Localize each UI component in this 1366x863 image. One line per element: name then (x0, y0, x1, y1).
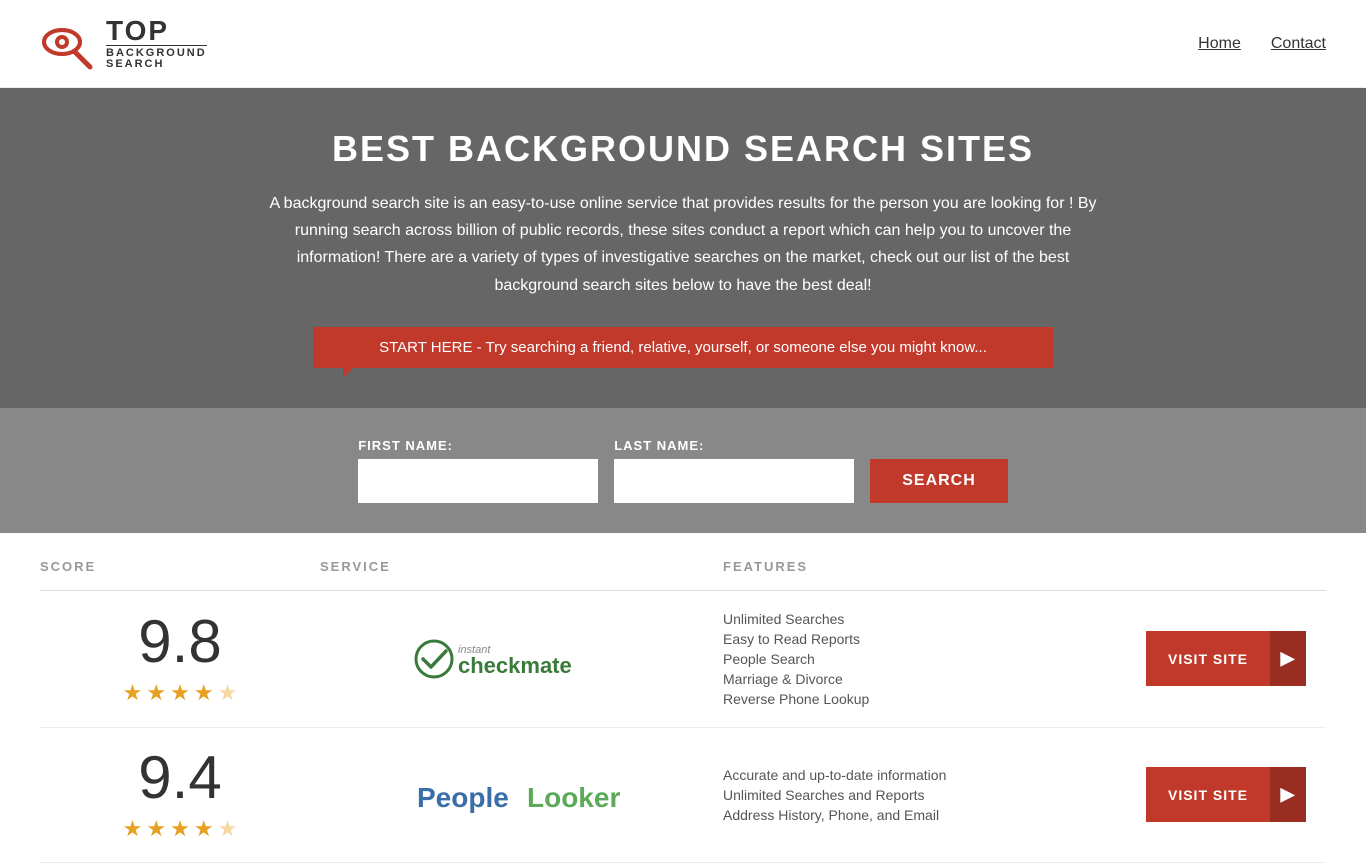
table-row: 9.4 ★ ★ ★ ★ ★ People Looker Accurate and… (40, 728, 1326, 863)
people-looker-logo: People Looker (412, 765, 632, 825)
visit-site-label-1: VISIT SITE (1146, 651, 1270, 667)
score-column-header: SCORE (40, 559, 320, 574)
feature-item: Marriage & Divorce (723, 671, 1126, 687)
visit-site-button-1[interactable]: VISIT SITE ▶ (1146, 631, 1306, 686)
stars-2: ★ ★ ★ ★ ★ (123, 816, 238, 842)
last-name-input[interactable] (614, 459, 854, 503)
hero-title: BEST BACKGROUND SEARCH SITES (20, 128, 1346, 170)
visit-col-2: VISIT SITE ▶ (1126, 767, 1326, 822)
feature-item: Unlimited Searches and Reports (723, 787, 1126, 803)
search-form-area: FIRST NAME: LAST NAME: SEARCH (0, 408, 1366, 533)
stars-1: ★ ★ ★ ★ ★ (123, 680, 238, 706)
features-column-header: FEATURES (723, 559, 1126, 574)
first-name-label: FIRST NAME: (358, 438, 598, 453)
table-row: 9.8 ★ ★ ★ ★ ★ instant checkmate (40, 591, 1326, 728)
last-name-label: LAST NAME: (614, 438, 854, 453)
nav-home[interactable]: Home (1198, 35, 1241, 53)
service-column-header: SERVICE (320, 559, 723, 574)
visit-site-arrow-1: ▶ (1270, 631, 1306, 686)
table-header: SCORE SERVICE FEATURES (40, 543, 1326, 591)
nav-contact[interactable]: Contact (1271, 35, 1326, 53)
visit-site-arrow-2: ▶ (1270, 767, 1306, 822)
visit-site-button-2[interactable]: VISIT SITE ▶ (1146, 767, 1306, 822)
search-button[interactable]: SEARCH (870, 459, 1008, 503)
score-col-2: 9.4 ★ ★ ★ ★ ★ (40, 748, 320, 842)
instant-checkmate-logo: instant checkmate (412, 629, 632, 689)
service-col-2: People Looker (320, 765, 723, 825)
feature-item: Accurate and up-to-date information (723, 767, 1126, 783)
feature-item: Address History, Phone, and Email (723, 807, 1126, 823)
search-banner: START HERE - Try searching a friend, rel… (313, 327, 1053, 368)
svg-text:checkmate: checkmate (458, 653, 572, 678)
features-col-2: Accurate and up-to-date information Unli… (723, 767, 1126, 823)
feature-item: Easy to Read Reports (723, 631, 1126, 647)
logo-area: TOP BACKGROUNDSEARCH (40, 14, 207, 74)
action-column-header (1126, 559, 1326, 574)
hero-description: A background search site is an easy-to-u… (253, 190, 1113, 299)
main-nav: Home Contact (1198, 35, 1326, 53)
score-number-1: 9.8 (138, 612, 221, 672)
search-form: FIRST NAME: LAST NAME: SEARCH (20, 438, 1346, 503)
header: TOP BACKGROUNDSEARCH Home Contact (0, 0, 1366, 88)
logo-top-text: TOP (106, 17, 207, 45)
visit-site-label-2: VISIT SITE (1146, 787, 1270, 803)
svg-text:People: People (417, 782, 509, 813)
service-col-1: instant checkmate (320, 629, 723, 689)
results-table: SCORE SERVICE FEATURES 9.8 ★ ★ ★ ★ ★ (0, 543, 1366, 863)
visit-col-1: VISIT SITE ▶ (1126, 631, 1326, 686)
logo-bottom-text: BACKGROUNDSEARCH (106, 45, 207, 70)
hero-section: BEST BACKGROUND SEARCH SITES A backgroun… (0, 88, 1366, 408)
logo-icon (40, 14, 100, 74)
logo-text-area: TOP BACKGROUNDSEARCH (106, 17, 207, 70)
feature-item: Reverse Phone Lookup (723, 691, 1126, 707)
feature-item: Unlimited Searches (723, 611, 1126, 627)
first-name-group: FIRST NAME: (358, 438, 598, 503)
score-number-2: 9.4 (138, 748, 221, 808)
score-col-1: 9.8 ★ ★ ★ ★ ★ (40, 612, 320, 706)
first-name-input[interactable] (358, 459, 598, 503)
features-col-1: Unlimited Searches Easy to Read Reports … (723, 611, 1126, 707)
feature-item: People Search (723, 651, 1126, 667)
svg-text:Looker: Looker (527, 782, 620, 813)
last-name-group: LAST NAME: (614, 438, 854, 503)
